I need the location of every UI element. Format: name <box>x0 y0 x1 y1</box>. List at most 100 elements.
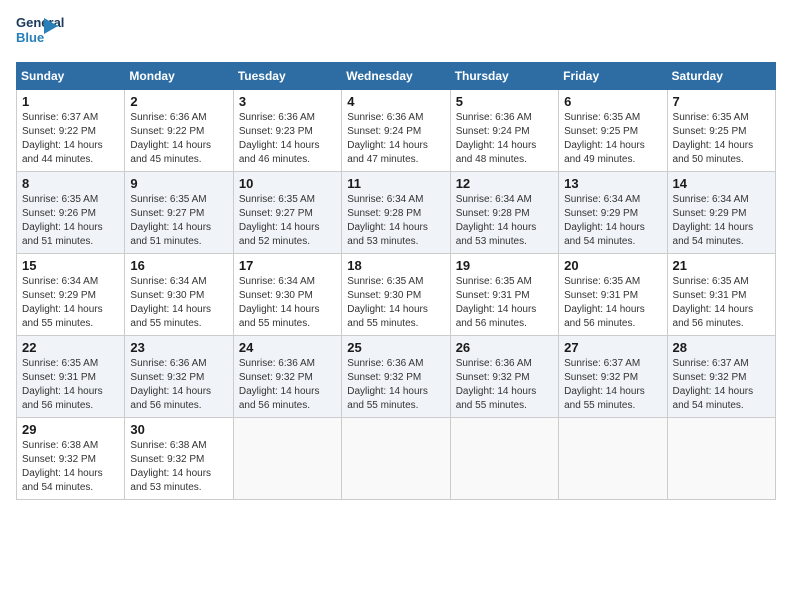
day-number: 28 <box>673 340 770 355</box>
calendar-cell: 17 Sunrise: 6:34 AM Sunset: 9:30 PM Dayl… <box>233 254 341 336</box>
calendar-cell: 7 Sunrise: 6:35 AM Sunset: 9:25 PM Dayli… <box>667 90 775 172</box>
day-number: 21 <box>673 258 770 273</box>
day-info: Sunrise: 6:34 AM Sunset: 9:29 PM Dayligh… <box>22 275 119 331</box>
calendar-week-1: 1 Sunrise: 6:37 AM Sunset: 9:22 PM Dayli… <box>17 90 776 172</box>
calendar-cell: 9 Sunrise: 6:35 AM Sunset: 9:27 PM Dayli… <box>125 172 233 254</box>
day-number: 19 <box>456 258 553 273</box>
calendar-cell: 22 Sunrise: 6:35 AM Sunset: 9:31 PM Dayl… <box>17 336 125 418</box>
calendar-body: 1 Sunrise: 6:37 AM Sunset: 9:22 PM Dayli… <box>17 90 776 500</box>
day-number: 5 <box>456 94 553 109</box>
day-info: Sunrise: 6:36 AM Sunset: 9:32 PM Dayligh… <box>239 357 336 413</box>
weekday-sunday: Sunday <box>17 63 125 90</box>
day-info: Sunrise: 6:37 AM Sunset: 9:22 PM Dayligh… <box>22 111 119 167</box>
calendar-cell: 20 Sunrise: 6:35 AM Sunset: 9:31 PM Dayl… <box>559 254 667 336</box>
weekday-tuesday: Tuesday <box>233 63 341 90</box>
calendar-week-3: 15 Sunrise: 6:34 AM Sunset: 9:29 PM Dayl… <box>17 254 776 336</box>
day-info: Sunrise: 6:34 AM Sunset: 9:30 PM Dayligh… <box>239 275 336 331</box>
day-info: Sunrise: 6:35 AM Sunset: 9:26 PM Dayligh… <box>22 193 119 249</box>
calendar-cell: 11 Sunrise: 6:34 AM Sunset: 9:28 PM Dayl… <box>342 172 450 254</box>
calendar-cell: 5 Sunrise: 6:36 AM Sunset: 9:24 PM Dayli… <box>450 90 558 172</box>
day-number: 26 <box>456 340 553 355</box>
day-number: 2 <box>130 94 227 109</box>
day-info: Sunrise: 6:35 AM Sunset: 9:25 PM Dayligh… <box>564 111 661 167</box>
calendar-cell: 28 Sunrise: 6:37 AM Sunset: 9:32 PM Dayl… <box>667 336 775 418</box>
weekday-monday: Monday <box>125 63 233 90</box>
weekday-wednesday: Wednesday <box>342 63 450 90</box>
calendar-cell: 18 Sunrise: 6:35 AM Sunset: 9:30 PM Dayl… <box>342 254 450 336</box>
calendar-week-5: 29 Sunrise: 6:38 AM Sunset: 9:32 PM Dayl… <box>17 418 776 500</box>
weekday-header-row: SundayMondayTuesdayWednesdayThursdayFrid… <box>17 63 776 90</box>
day-info: Sunrise: 6:35 AM Sunset: 9:31 PM Dayligh… <box>673 275 770 331</box>
day-number: 23 <box>130 340 227 355</box>
calendar-cell: 25 Sunrise: 6:36 AM Sunset: 9:32 PM Dayl… <box>342 336 450 418</box>
day-number: 9 <box>130 176 227 191</box>
day-info: Sunrise: 6:36 AM Sunset: 9:22 PM Dayligh… <box>130 111 227 167</box>
weekday-saturday: Saturday <box>667 63 775 90</box>
day-number: 3 <box>239 94 336 109</box>
calendar-cell: 8 Sunrise: 6:35 AM Sunset: 9:26 PM Dayli… <box>17 172 125 254</box>
day-number: 16 <box>130 258 227 273</box>
calendar-cell: 24 Sunrise: 6:36 AM Sunset: 9:32 PM Dayl… <box>233 336 341 418</box>
calendar-cell: 12 Sunrise: 6:34 AM Sunset: 9:28 PM Dayl… <box>450 172 558 254</box>
logo: General Blue <box>16 16 52 52</box>
calendar-cell: 10 Sunrise: 6:35 AM Sunset: 9:27 PM Dayl… <box>233 172 341 254</box>
day-info: Sunrise: 6:34 AM Sunset: 9:28 PM Dayligh… <box>456 193 553 249</box>
day-number: 24 <box>239 340 336 355</box>
day-info: Sunrise: 6:36 AM Sunset: 9:23 PM Dayligh… <box>239 111 336 167</box>
weekday-thursday: Thursday <box>450 63 558 90</box>
weekday-friday: Friday <box>559 63 667 90</box>
calendar-week-4: 22 Sunrise: 6:35 AM Sunset: 9:31 PM Dayl… <box>17 336 776 418</box>
day-number: 17 <box>239 258 336 273</box>
day-number: 22 <box>22 340 119 355</box>
calendar-cell: 3 Sunrise: 6:36 AM Sunset: 9:23 PM Dayli… <box>233 90 341 172</box>
day-info: Sunrise: 6:35 AM Sunset: 9:27 PM Dayligh… <box>130 193 227 249</box>
day-number: 10 <box>239 176 336 191</box>
day-number: 8 <box>22 176 119 191</box>
day-info: Sunrise: 6:37 AM Sunset: 9:32 PM Dayligh… <box>673 357 770 413</box>
day-info: Sunrise: 6:36 AM Sunset: 9:32 PM Dayligh… <box>456 357 553 413</box>
day-info: Sunrise: 6:38 AM Sunset: 9:32 PM Dayligh… <box>22 439 119 495</box>
day-number: 30 <box>130 422 227 437</box>
day-number: 1 <box>22 94 119 109</box>
day-number: 12 <box>456 176 553 191</box>
day-number: 14 <box>673 176 770 191</box>
calendar-cell <box>559 418 667 500</box>
calendar-cell: 26 Sunrise: 6:36 AM Sunset: 9:32 PM Dayl… <box>450 336 558 418</box>
calendar-cell <box>233 418 341 500</box>
calendar-cell: 27 Sunrise: 6:37 AM Sunset: 9:32 PM Dayl… <box>559 336 667 418</box>
day-number: 27 <box>564 340 661 355</box>
calendar-cell: 29 Sunrise: 6:38 AM Sunset: 9:32 PM Dayl… <box>17 418 125 500</box>
calendar-cell <box>667 418 775 500</box>
day-number: 15 <box>22 258 119 273</box>
day-info: Sunrise: 6:35 AM Sunset: 9:31 PM Dayligh… <box>22 357 119 413</box>
calendar-cell: 30 Sunrise: 6:38 AM Sunset: 9:32 PM Dayl… <box>125 418 233 500</box>
calendar-cell: 16 Sunrise: 6:34 AM Sunset: 9:30 PM Dayl… <box>125 254 233 336</box>
calendar-cell: 6 Sunrise: 6:35 AM Sunset: 9:25 PM Dayli… <box>559 90 667 172</box>
calendar-cell <box>450 418 558 500</box>
calendar-cell: 19 Sunrise: 6:35 AM Sunset: 9:31 PM Dayl… <box>450 254 558 336</box>
day-number: 25 <box>347 340 444 355</box>
day-info: Sunrise: 6:35 AM Sunset: 9:25 PM Dayligh… <box>673 111 770 167</box>
day-info: Sunrise: 6:35 AM Sunset: 9:27 PM Dayligh… <box>239 193 336 249</box>
day-info: Sunrise: 6:35 AM Sunset: 9:30 PM Dayligh… <box>347 275 444 331</box>
day-info: Sunrise: 6:35 AM Sunset: 9:31 PM Dayligh… <box>564 275 661 331</box>
day-info: Sunrise: 6:35 AM Sunset: 9:31 PM Dayligh… <box>456 275 553 331</box>
page-header: General Blue <box>16 16 776 52</box>
calendar-cell: 15 Sunrise: 6:34 AM Sunset: 9:29 PM Dayl… <box>17 254 125 336</box>
day-number: 7 <box>673 94 770 109</box>
day-number: 11 <box>347 176 444 191</box>
day-info: Sunrise: 6:36 AM Sunset: 9:32 PM Dayligh… <box>347 357 444 413</box>
day-number: 18 <box>347 258 444 273</box>
day-number: 6 <box>564 94 661 109</box>
day-number: 4 <box>347 94 444 109</box>
day-info: Sunrise: 6:38 AM Sunset: 9:32 PM Dayligh… <box>130 439 227 495</box>
calendar-cell <box>342 418 450 500</box>
day-info: Sunrise: 6:34 AM Sunset: 9:29 PM Dayligh… <box>564 193 661 249</box>
calendar-cell: 14 Sunrise: 6:34 AM Sunset: 9:29 PM Dayl… <box>667 172 775 254</box>
day-info: Sunrise: 6:36 AM Sunset: 9:24 PM Dayligh… <box>456 111 553 167</box>
day-info: Sunrise: 6:36 AM Sunset: 9:24 PM Dayligh… <box>347 111 444 167</box>
calendar-cell: 23 Sunrise: 6:36 AM Sunset: 9:32 PM Dayl… <box>125 336 233 418</box>
calendar-table: SundayMondayTuesdayWednesdayThursdayFrid… <box>16 62 776 500</box>
calendar-cell: 1 Sunrise: 6:37 AM Sunset: 9:22 PM Dayli… <box>17 90 125 172</box>
calendar-week-2: 8 Sunrise: 6:35 AM Sunset: 9:26 PM Dayli… <box>17 172 776 254</box>
